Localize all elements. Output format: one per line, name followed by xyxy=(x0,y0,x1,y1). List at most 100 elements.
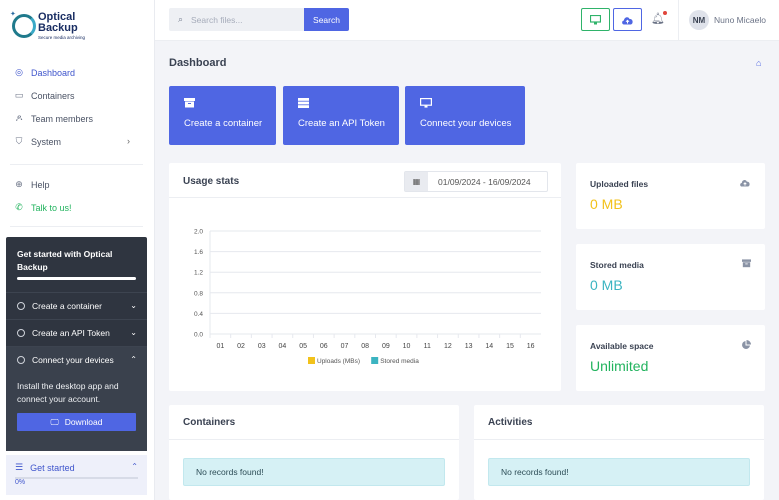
y-tick-label: 1.2 xyxy=(194,270,203,277)
stat-label: Stored media xyxy=(590,260,644,270)
home-icon[interactable]: ⌂ xyxy=(756,58,761,68)
legend-label: Uploads (MBs) xyxy=(317,358,360,365)
search-box: ⌕ xyxy=(169,8,305,31)
legend-label: Stored media xyxy=(380,358,419,365)
card-divider xyxy=(169,439,459,440)
sidebar-item-label: Help xyxy=(31,179,50,190)
download-button[interactable]: 🖵 Download xyxy=(17,413,136,431)
card-divider xyxy=(169,197,561,198)
get-started-progress-text: 0% xyxy=(15,479,26,486)
x-tick-label: 04 xyxy=(279,343,287,350)
card-divider xyxy=(474,439,764,440)
user-name[interactable]: Nuno Micaelo xyxy=(714,15,766,25)
notifications-button[interactable]: 🔔︎ xyxy=(651,11,667,25)
stat-card-available-space: Available space Unlimited xyxy=(576,325,765,391)
y-tick-label: 0.8 xyxy=(194,290,203,297)
action-label: Create an API Token xyxy=(298,118,385,129)
cloud-upload-icon xyxy=(622,16,633,24)
pie-chart-icon xyxy=(741,340,751,352)
sidebar-item-containers[interactable]: ▭ Containers xyxy=(0,84,155,107)
get-started-progress-bar xyxy=(15,477,138,479)
avatar[interactable]: NM xyxy=(689,10,709,30)
date-range-picker[interactable]: ▦ 01/09/2024 - 16/09/2024 xyxy=(404,171,548,192)
y-tick-label: 1.6 xyxy=(194,249,203,256)
x-tick-label: 08 xyxy=(361,343,369,350)
containers-empty-alert: No records found! xyxy=(183,458,445,486)
app-logo[interactable]: ✦ Optical Backup Secure media archiving xyxy=(10,10,110,44)
get-started-progress-track xyxy=(17,277,136,280)
search-button[interactable]: Search xyxy=(304,8,349,31)
chevron-up-icon: ⌃ xyxy=(130,355,137,364)
nav-divider xyxy=(10,164,143,165)
y-tick-label: 0.4 xyxy=(194,311,203,318)
y-tick-label: 0.0 xyxy=(194,332,203,339)
chevron-down-icon: ⌄ xyxy=(130,328,137,337)
get-started-toggle[interactable]: ☰ Get started ⌃ 0% xyxy=(6,455,147,495)
archive-icon: ▭ xyxy=(14,90,24,100)
stat-value: 0 MB xyxy=(590,277,623,293)
lifebuoy-icon: ⊕ xyxy=(15,179,23,189)
sidebar-item-dashboard[interactable]: ◎ Dashboard xyxy=(0,61,155,84)
sidebar-item-label: Talk to us! xyxy=(31,202,72,213)
y-tick-label: 2.0 xyxy=(194,229,203,236)
whatsapp-icon: ✆ xyxy=(15,202,23,212)
bell-icon: 🔔︎ xyxy=(651,13,665,25)
sidebar-item-talk-to-us[interactable]: ✆ Talk to us! xyxy=(0,196,155,219)
activities-title: Activities xyxy=(488,417,533,428)
create-api-token-button[interactable]: Create an API Token xyxy=(283,86,399,145)
chevron-right-icon: › xyxy=(127,136,130,146)
sidebar: ✦ Optical Backup Secure media archiving … xyxy=(0,0,155,500)
usage-stats-title: Usage stats xyxy=(183,176,240,187)
cloud-upload-icon xyxy=(739,178,751,189)
server-icon xyxy=(298,98,309,111)
stat-label: Uploaded files xyxy=(590,179,649,189)
containers-title: Containers xyxy=(183,417,236,428)
chevron-up-icon: ⌃ xyxy=(131,462,138,471)
download-label: Download xyxy=(64,417,103,427)
monitor-icon xyxy=(420,98,433,111)
x-tick-label: 13 xyxy=(465,343,473,350)
secondary-nav: ⊕ Help ✆ Talk to us! xyxy=(0,173,155,219)
step-create-api-token[interactable]: Create an API Token ⌄ xyxy=(6,319,147,346)
step-connect-devices[interactable]: Connect your devices ⌃ xyxy=(6,346,147,373)
containers-card: Containers No records found! xyxy=(169,405,459,500)
stat-card-uploaded-files: Uploaded files 0 MB xyxy=(576,163,765,229)
action-label: Connect your devices xyxy=(420,118,512,129)
step-circle-icon xyxy=(17,302,25,310)
action-label: Create a container xyxy=(184,118,263,129)
stat-value: Unlimited xyxy=(590,358,649,374)
logo-ring-icon xyxy=(12,14,36,38)
step-label: Create an API Token xyxy=(32,328,110,338)
users-icon: ዶ xyxy=(15,113,23,123)
legend-swatch xyxy=(308,357,315,364)
sidebar-item-help[interactable]: ⊕ Help xyxy=(0,173,155,196)
connect-devices-button[interactable]: Connect your devices xyxy=(405,86,525,145)
x-tick-label: 14 xyxy=(485,343,493,350)
chevron-down-icon: ⌄ xyxy=(130,301,137,310)
usage-chart: 0.0 0.4 0.8 1.2 1.6 2.0 01 02 03 04 05 06 07 08 09 10 11… xyxy=(194,229,541,365)
step-circle-icon xyxy=(17,356,25,364)
step-create-container[interactable]: Create a container ⌄ xyxy=(6,292,147,319)
create-container-button[interactable]: Create a container xyxy=(169,86,276,145)
stat-value: 0 MB xyxy=(590,196,623,212)
search-input[interactable] xyxy=(191,12,299,27)
notification-dot xyxy=(662,11,667,15)
x-tick-label: 06 xyxy=(320,343,328,350)
sidebar-item-label: Containers xyxy=(31,90,75,101)
sidebar-item-system[interactable]: ⛉ System › xyxy=(0,130,155,153)
upload-button[interactable] xyxy=(613,8,642,31)
stat-card-stored-media: Stored media 0 MB xyxy=(576,244,765,310)
devices-button[interactable] xyxy=(581,8,610,31)
x-tick-label: 10 xyxy=(403,343,411,350)
monitor-icon xyxy=(590,14,601,24)
sidebar-item-team-members[interactable]: ዶ Team members xyxy=(0,107,155,130)
get-started-footer-label: Get started xyxy=(30,462,75,473)
activities-card: Activities No records found! xyxy=(474,405,764,500)
archive-icon xyxy=(742,259,751,270)
step-connect-devices-panel: Connect your devices ⌃ Install the deskt… xyxy=(6,346,147,451)
x-tick-label: 15 xyxy=(506,343,514,350)
step-description: Install the desktop app and connect your… xyxy=(17,381,119,404)
x-tick-label: 01 xyxy=(216,343,224,350)
step-label: Create a container xyxy=(32,301,102,311)
x-tick-label: 02 xyxy=(237,343,245,350)
